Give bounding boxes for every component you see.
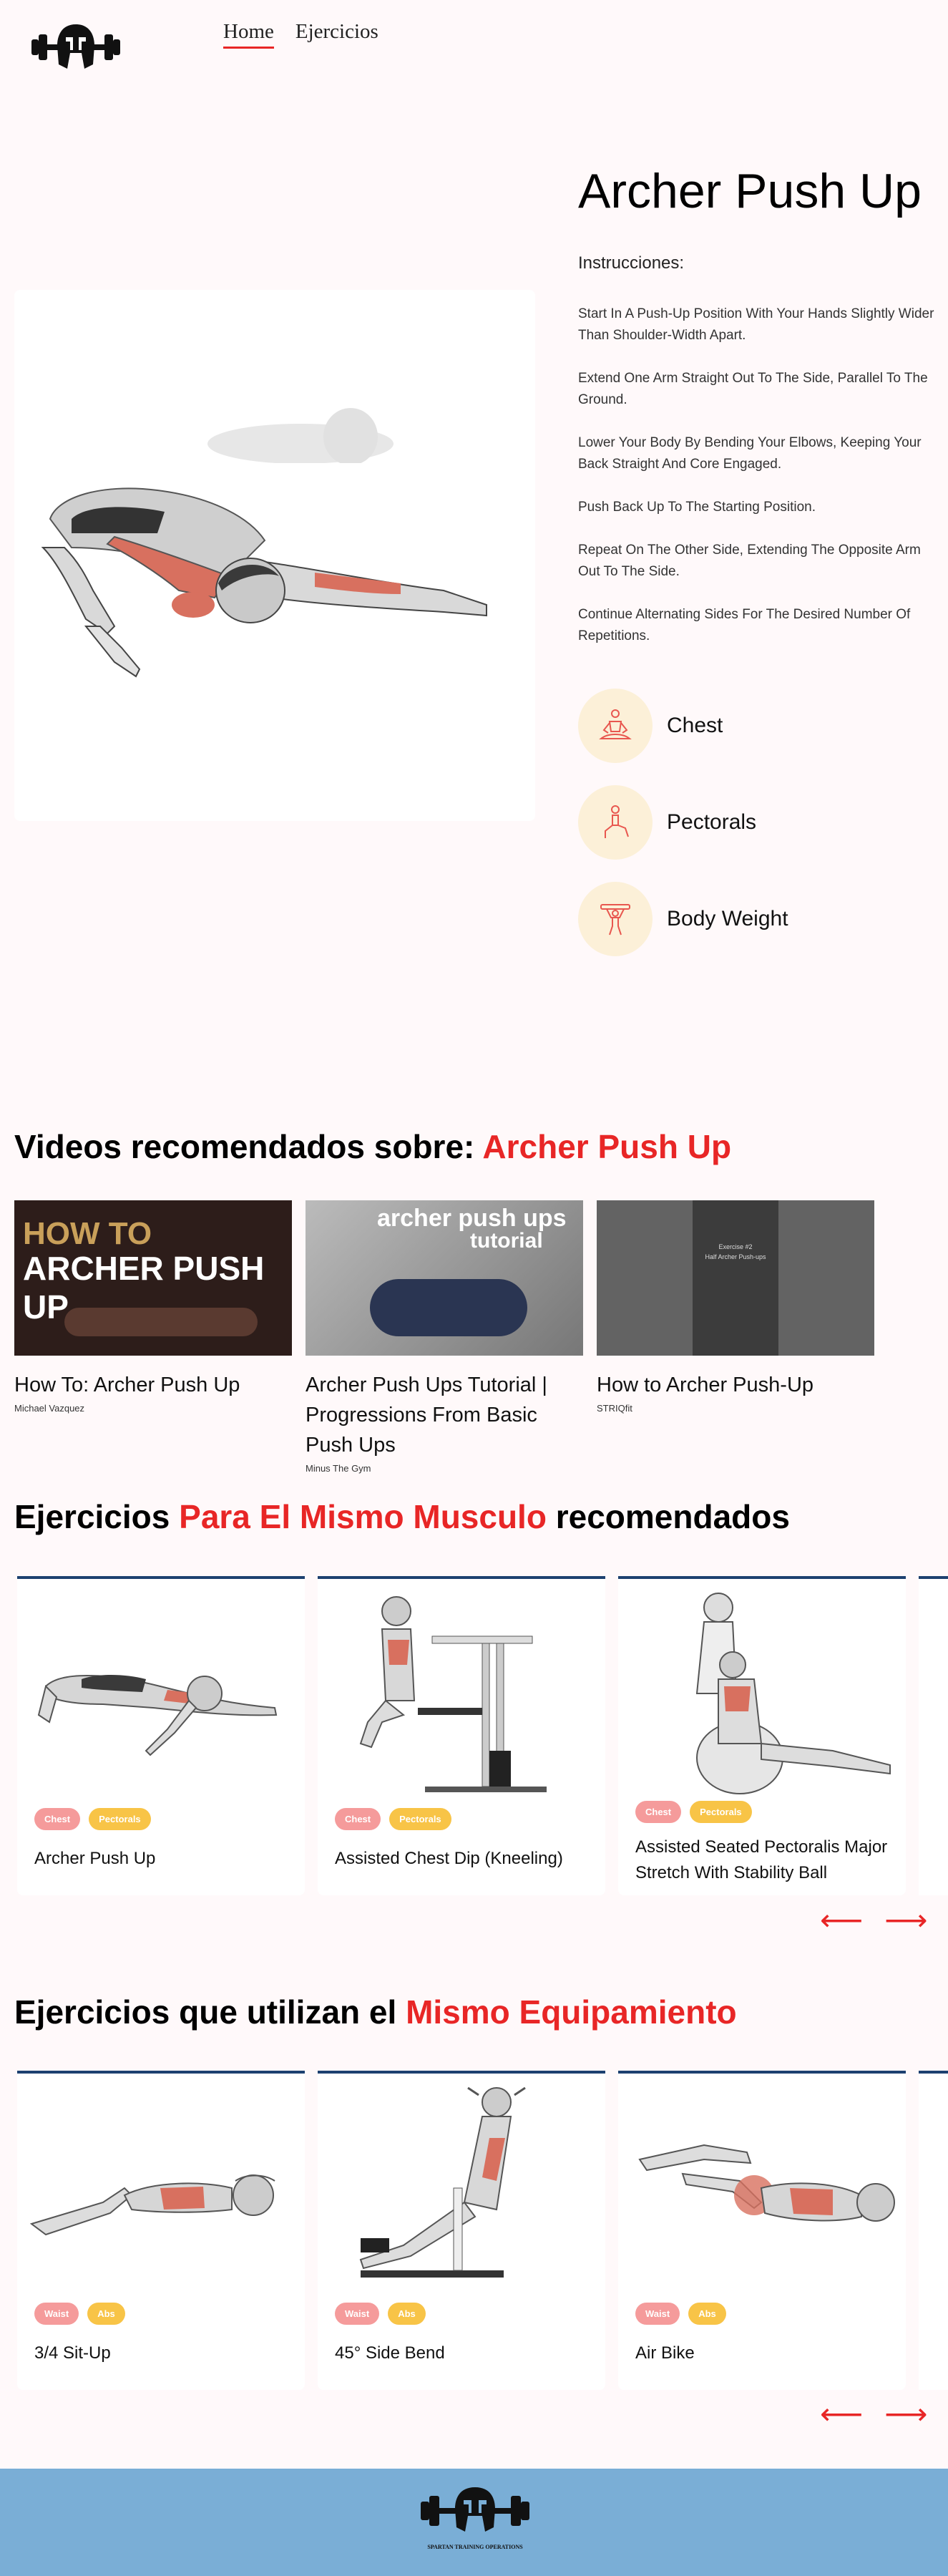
carousel-controls: ⟵ ⟶ <box>820 1902 927 1938</box>
footer: SPARTAN TRAINING OPERATIONS <box>0 2469 948 2576</box>
thumbnail-text: Half Archer Push-ups <box>705 1253 766 1260</box>
meditation-icon <box>578 689 653 763</box>
tag-body-part[interactable]: Abs <box>688 2303 726 2325</box>
exercise-name[interactable]: Air Bike <box>618 2325 906 2366</box>
exercise-name[interactable]: Archer Push Up <box>17 1830 305 1872</box>
tag-body-part[interactable]: Abs <box>388 2303 426 2325</box>
exercise-card[interactable]: Chest Pectorals Assisted Chest Dip (Knee… <box>318 1576 605 1895</box>
nav-exercises-link[interactable]: Ejercicios <box>295 20 378 49</box>
same-equipment-heading-prefix: Ejercicios que utilizan el <box>14 1993 406 2031</box>
muscle-label: Pectorals <box>667 810 757 834</box>
exercise-tags: Waist Abs <box>618 2303 906 2325</box>
tag-muscle[interactable]: Chest <box>34 1808 81 1830</box>
thumbnail-text: tutorial <box>470 1229 543 1253</box>
exercise-card[interactable]: Waist Abs 3/4 Sit-Up <box>17 2071 305 2390</box>
exercise-title: Archer Push Up <box>578 164 922 218</box>
next-arrow-icon[interactable]: ⟶ <box>884 1902 927 1938</box>
thumbnail-text: HOW TO <box>23 1216 152 1251</box>
video-title[interactable]: How To: Archer Push Up <box>14 1370 292 1400</box>
muscle-item-pectorals: Pectorals <box>578 785 756 860</box>
video-card[interactable]: Exercise #2 Half Archer Push-ups How to … <box>597 1200 874 1414</box>
same-muscle-heading: Ejercicios Para El Mismo Musculo recomen… <box>14 1497 790 1536</box>
prev-arrow-icon[interactable]: ⟵ <box>820 1902 863 1938</box>
instructions-heading: Instrucciones: <box>578 253 685 273</box>
exercise-card-image <box>17 1579 305 1808</box>
tag-muscle[interactable]: Chest <box>635 1801 682 1823</box>
video-author: Michael Vazquez <box>14 1403 85 1414</box>
exercise-illustration <box>14 290 535 821</box>
exercise-name[interactable]: 45° Side Bend <box>318 2325 605 2366</box>
muscle-item-chest: Chest <box>578 689 723 763</box>
exercise-name[interactable]: Assisted Chest Dip (Kneeling) <box>318 1830 605 1872</box>
next-arrow-icon[interactable]: ⟶ <box>884 2396 927 2431</box>
exercise-card[interactable]: Waist Abs 45° Side Bend <box>318 2071 605 2390</box>
thumbnail-text: Exercise #2 <box>718 1243 753 1250</box>
same-muscle-heading-highlight: Para El Mismo Musculo <box>179 1498 547 1535</box>
lunge-icon <box>578 785 653 860</box>
instructions-list: Start In A Push-Up Position With Your Ha… <box>578 303 936 669</box>
exercise-card-image <box>318 1579 605 1808</box>
videos-heading-highlight: Archer Push Up <box>482 1128 732 1165</box>
instruction-step: Push Back Up To The Starting Position. <box>578 500 816 515</box>
exercise-card[interactable]: Waist Abs Air Bike <box>618 2071 906 2390</box>
same-muscle-heading-suffix: recomendados <box>546 1498 790 1535</box>
tag-body-part[interactable]: Pectorals <box>389 1808 451 1830</box>
video-title[interactable]: How to Archer Push-Up <box>597 1370 874 1400</box>
tag-muscle[interactable]: Waist <box>34 2303 79 2325</box>
exercise-card[interactable]: Chest Pectorals Archer Push Up <box>17 1576 305 1895</box>
exercise-card-image <box>17 2074 305 2303</box>
muscle-label: Body Weight <box>667 907 788 930</box>
prev-arrow-icon[interactable]: ⟵ <box>820 2396 863 2431</box>
exercise-card-image <box>318 2074 605 2303</box>
tag-muscle[interactable]: Waist <box>635 2303 680 2325</box>
exercise-card-image <box>618 2074 906 2303</box>
site-logo[interactable] <box>30 21 122 72</box>
nav-home-link[interactable]: Home <box>223 20 274 49</box>
muscle-label: Chest <box>667 714 723 737</box>
instruction-step: Lower Your Body By Bending Your Elbows, … <box>578 435 922 472</box>
video-card[interactable]: archer push ups tutorial Archer Push Ups… <box>306 1200 583 1474</box>
footer-brand: SPARTAN TRAINING OPERATIONS <box>427 2544 523 2550</box>
video-title[interactable]: Archer Push Ups Tutorial | Progressions … <box>306 1370 583 1460</box>
exercise-tags: Chest Pectorals <box>318 1808 605 1830</box>
video-thumbnail[interactable]: HOW TO ARCHER PUSH UP <box>14 1200 292 1356</box>
same-muscle-heading-prefix: Ejercicios <box>14 1498 180 1535</box>
exercise-card-image <box>618 1579 906 1801</box>
exercise-tags: Waist Abs <box>318 2303 605 2325</box>
video-thumbnail[interactable]: Exercise #2 Half Archer Push-ups <box>597 1200 874 1356</box>
video-thumbnail[interactable]: archer push ups tutorial <box>306 1200 583 1356</box>
instruction-step: Continue Alternating Sides For The Desir… <box>578 607 911 643</box>
video-author: STRIQfit <box>597 1403 632 1414</box>
carousel-controls: ⟵ ⟶ <box>820 2396 927 2431</box>
tag-body-part[interactable]: Abs <box>87 2303 125 2325</box>
exercise-tags: Waist Abs <box>17 2303 305 2325</box>
footer-logo[interactable]: SPARTAN TRAINING OPERATIONS <box>416 2486 534 2550</box>
video-card[interactable]: HOW TO ARCHER PUSH UP How To: Archer Pus… <box>14 1200 292 1414</box>
videos-heading-prefix: Videos recomendados sobre: <box>14 1128 483 1165</box>
exercise-tags: Chest Pectorals <box>17 1808 305 1830</box>
video-author: Minus The Gym <box>306 1463 371 1474</box>
instruction-step: Repeat On The Other Side, Extending The … <box>578 543 921 579</box>
tag-body-part[interactable]: Pectorals <box>89 1808 151 1830</box>
muscle-item-body-weight: Body Weight <box>578 882 788 956</box>
exercise-card[interactable]: Chest Pectorals Assisted Seated Pectoral… <box>618 1576 906 1895</box>
videos-heading: Videos recomendados sobre: Archer Push U… <box>14 1127 731 1166</box>
exercise-name[interactable]: 3/4 Sit-Up <box>17 2325 305 2366</box>
exercise-card-partial[interactable] <box>919 1576 948 1895</box>
main-nav: Home Ejercicios <box>223 20 378 49</box>
exercise-tags: Chest Pectorals <box>618 1801 906 1823</box>
exercise-name[interactable]: Assisted Seated Pectoralis Major Stretch… <box>618 1823 906 1886</box>
tag-muscle[interactable]: Waist <box>335 2303 380 2325</box>
instruction-step: Extend One Arm Straight Out To The Side,… <box>578 371 928 407</box>
same-equipment-heading: Ejercicios que utilizan el Mismo Equipam… <box>14 1993 737 2031</box>
instruction-step: Start In A Push-Up Position With Your Ha… <box>578 306 934 343</box>
tag-body-part[interactable]: Pectorals <box>690 1801 752 1823</box>
tag-muscle[interactable]: Chest <box>335 1808 381 1830</box>
same-equipment-heading-highlight: Mismo Equipamiento <box>406 1993 737 2031</box>
exercise-card-partial[interactable] <box>919 2071 948 2390</box>
dumbbell-lift-icon <box>578 882 653 956</box>
